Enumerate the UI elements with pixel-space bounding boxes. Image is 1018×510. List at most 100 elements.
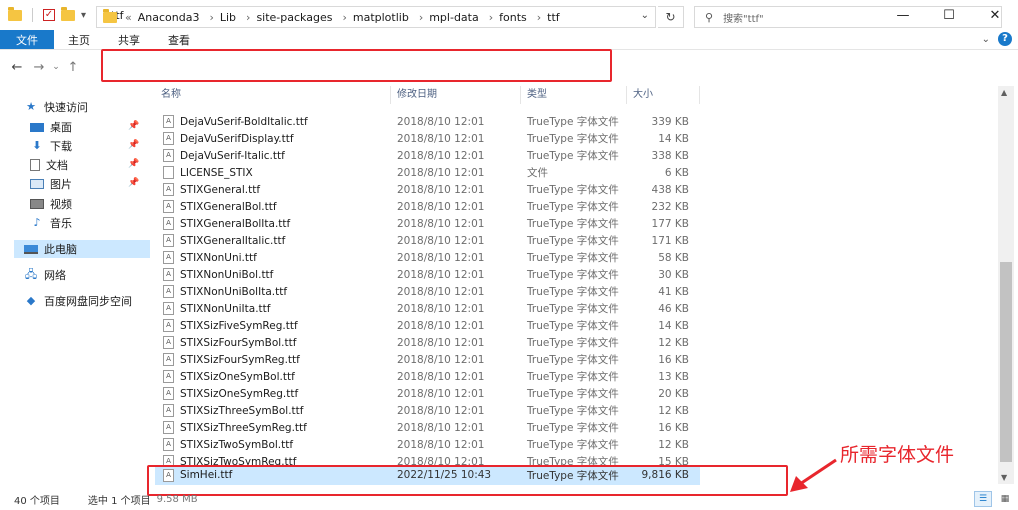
recent-locations-chevron-icon[interactable]: ⌄ <box>50 62 62 72</box>
sidebar-item-music[interactable]: ♪ 音乐 <box>30 214 72 232</box>
table-row[interactable]: A STIXSizFiveSymReg.ttf 2018/8/10 12:01 Tru… <box>155 317 700 334</box>
tab-home[interactable]: 主页 <box>54 30 104 49</box>
file-name-cell: A STIXNonUniBolIta.ttf <box>155 285 391 298</box>
breadcrumb-separator-icon[interactable]: › <box>537 11 541 24</box>
file-name-cell: A STIXGeneral.ttf <box>155 183 391 196</box>
selected-size: 9.58 MB <box>156 493 198 505</box>
pin-icon[interactable]: 📌 <box>128 159 139 169</box>
breadcrumb-matplotlib[interactable]: matplotlib <box>353 11 409 24</box>
table-row[interactable]: A DejaVuSerif-Italic.ttf 2018/8/10 12:01 Tr… <box>155 147 700 164</box>
table-row[interactable]: A STIXNonUniBolIta.ttf 2018/8/10 12:01 True… <box>155 283 700 300</box>
scroll-down-arrow-icon[interactable]: ▼ <box>1001 473 1007 482</box>
ribbon-tabs: 文件 主页 共享 查看 ⌄ ? <box>0 30 1018 50</box>
search-input[interactable]: ⚲ 搜索"ttf" <box>694 6 1002 28</box>
sidebar-item-pictures[interactable]: 图片 <box>30 175 72 193</box>
back-arrow-icon[interactable]: ← <box>6 60 28 75</box>
file-date: 2018/8/10 12:01 <box>397 319 485 332</box>
properties-icon[interactable]: ✓ <box>43 9 55 21</box>
font-file-icon: A <box>163 234 174 247</box>
table-row[interactable]: A STIXGeneralBolIta.ttf 2018/8/10 12:01 Tru… <box>155 215 700 232</box>
file-size: 339 KB <box>651 115 689 128</box>
customize-toolbar-chevron-icon[interactable]: ▾ <box>81 10 86 21</box>
table-row[interactable]: A STIXNonUniBol.ttf 2018/8/10 12:01 TrueTyp… <box>155 266 700 283</box>
table-row[interactable]: A STIXGeneralBol.ttf 2018/8/10 12:01 TrueTy… <box>155 198 700 215</box>
file-name: DejaVuSerif-Italic.ttf <box>180 149 285 162</box>
column-header-size[interactable]: 大小 <box>627 86 700 104</box>
table-row[interactable]: A STIXNonUniIta.ttf 2018/8/10 12:01 TrueTyp… <box>155 300 700 317</box>
breadcrumb-separator-icon[interactable]: › <box>209 11 213 24</box>
breadcrumb-mpl-data[interactable]: mpl-data <box>429 11 479 24</box>
table-row[interactable]: A STIXGeneralItalic.ttf 2018/8/10 12:01 Tru… <box>155 232 700 249</box>
pin-icon[interactable]: 📌 <box>128 140 139 150</box>
sidebar-item-desktop[interactable]: 桌面 <box>30 118 72 136</box>
breadcrumb-separator-icon[interactable]: › <box>342 11 346 24</box>
table-row[interactable]: A STIXSizFourSymBol.ttf 2018/8/10 12:01 Tru… <box>155 334 700 351</box>
file-date: 2018/8/10 12:01 <box>397 200 485 213</box>
table-row[interactable]: A STIXSizThreeSymReg.ttf 2018/8/10 12:01 Tr… <box>155 419 700 436</box>
breadcrumb-overflow-icon[interactable]: « <box>125 11 132 24</box>
file-type: TrueType 字体文件 <box>527 320 619 332</box>
computer-icon <box>24 244 38 254</box>
forward-arrow-icon[interactable]: → <box>28 60 50 75</box>
up-arrow-icon[interactable]: ↑ <box>62 60 84 75</box>
sidebar-item-downloads[interactable]: ⬇ 下载 <box>30 137 72 155</box>
table-row[interactable]: A STIXSizOneSymReg.ttf 2018/8/10 12:01 True… <box>155 385 700 402</box>
sidebar-item-baidu-sync[interactable]: ◆ 百度网盘同步空间 <box>24 292 132 310</box>
file-name-cell: A DejaVuSerifDisplay.ttf <box>155 132 391 145</box>
file-size: 12 KB <box>658 438 689 451</box>
refresh-button[interactable]: ↻ <box>658 6 684 28</box>
file-date: 2018/8/10 12:01 <box>397 217 485 230</box>
vertical-scrollbar[interactable]: ▲ ▼ <box>998 86 1014 484</box>
breadcrumb-ttf[interactable]: ttf <box>547 11 560 24</box>
table-row[interactable]: A DejaVuSerif-BoldItalic.ttf 2018/8/10 12:… <box>155 113 700 130</box>
address-dropdown-chevron-icon[interactable]: ⌄ <box>641 10 649 21</box>
table-row[interactable]: A STIXSizOneSymBol.ttf 2018/8/10 12:01 True… <box>155 368 700 385</box>
sidebar-item-quick-access[interactable]: ★ 快速访问 <box>24 98 88 116</box>
new-folder-icon[interactable] <box>61 6 75 21</box>
table-row[interactable]: A STIXSizTwoSymBol.ttf 2018/8/10 12:01 True… <box>155 436 700 453</box>
tab-view[interactable]: 查看 <box>154 30 204 49</box>
file-size: 12 KB <box>658 336 689 349</box>
font-file-icon: A <box>163 251 174 264</box>
table-row[interactable]: A STIXGeneral.ttf 2018/8/10 12:01 TrueType … <box>155 181 700 198</box>
breadcrumb-site-packages[interactable]: site-packages <box>256 11 332 24</box>
table-row[interactable]: A STIXSizFourSymReg.ttf 2018/8/10 12:01 Tru… <box>155 351 700 368</box>
breadcrumb-lib[interactable]: Lib <box>220 11 236 24</box>
details-view-icon[interactable]: ☰ <box>974 491 992 507</box>
breadcrumb-anaconda3[interactable]: Anaconda3 <box>138 11 200 24</box>
breadcrumb-fonts[interactable]: fonts <box>499 11 527 24</box>
pin-icon[interactable]: 📌 <box>128 121 139 131</box>
column-header-date[interactable]: 修改日期 <box>391 86 521 104</box>
column-header-type[interactable]: 类型 <box>521 86 627 104</box>
scrollbar-thumb[interactable] <box>1000 262 1012 462</box>
file-name: STIXSizThreeSymBol.ttf <box>180 404 304 417</box>
table-row[interactable]: A STIXNonUni.ttf 2018/8/10 12:01 TrueType 字… <box>155 249 700 266</box>
sidebar-item-documents[interactable]: 文档 <box>30 156 68 174</box>
tab-share[interactable]: 共享 <box>104 30 154 49</box>
large-icons-view-icon[interactable]: ▦ <box>996 491 1014 507</box>
pin-icon[interactable]: 📌 <box>128 178 139 188</box>
address-bar[interactable]: « Anaconda3 › Lib › site-packages › matp… <box>96 6 656 28</box>
sidebar-item-videos[interactable]: 视频 <box>30 195 72 213</box>
sidebar-item-label: 快速访问 <box>44 101 88 114</box>
expand-ribbon-chevron-icon[interactable]: ⌄ <box>982 34 990 45</box>
sidebar-item-this-pc[interactable]: 此电脑 <box>24 240 77 258</box>
sidebar-item-network[interactable]: 🖧 网络 <box>24 266 66 284</box>
file-date: 2018/8/10 12:01 <box>397 387 485 400</box>
file-date: 2018/8/10 12:01 <box>397 132 485 145</box>
file-name-cell: A STIXNonUniBol.ttf <box>155 268 391 281</box>
table-row[interactable]: A STIXSizThreeSymBol.ttf 2018/8/10 12:01 Tr… <box>155 402 700 419</box>
help-icon[interactable]: ? <box>998 32 1012 46</box>
font-file-icon: A <box>163 421 174 434</box>
tab-file[interactable]: 文件 <box>0 30 54 49</box>
file-name: STIXSizOneSymReg.ttf <box>180 387 299 400</box>
column-header-name[interactable]: 名称 <box>155 86 391 104</box>
table-row[interactable]: A DejaVuSerifDisplay.ttf 2018/8/10 12:01 Tr… <box>155 130 700 147</box>
scroll-up-arrow-icon[interactable]: ▲ <box>1001 88 1007 97</box>
breadcrumb-separator-icon[interactable]: › <box>246 11 250 24</box>
table-row[interactable]: LICENSE_STIX 2018/8/10 12:01 文件 6 KB <box>155 164 700 181</box>
file-type: TrueType 字体文件 <box>527 235 619 247</box>
address-highlight-box <box>101 49 612 82</box>
breadcrumb-separator-icon[interactable]: › <box>489 11 493 24</box>
breadcrumb-separator-icon[interactable]: › <box>419 11 423 24</box>
